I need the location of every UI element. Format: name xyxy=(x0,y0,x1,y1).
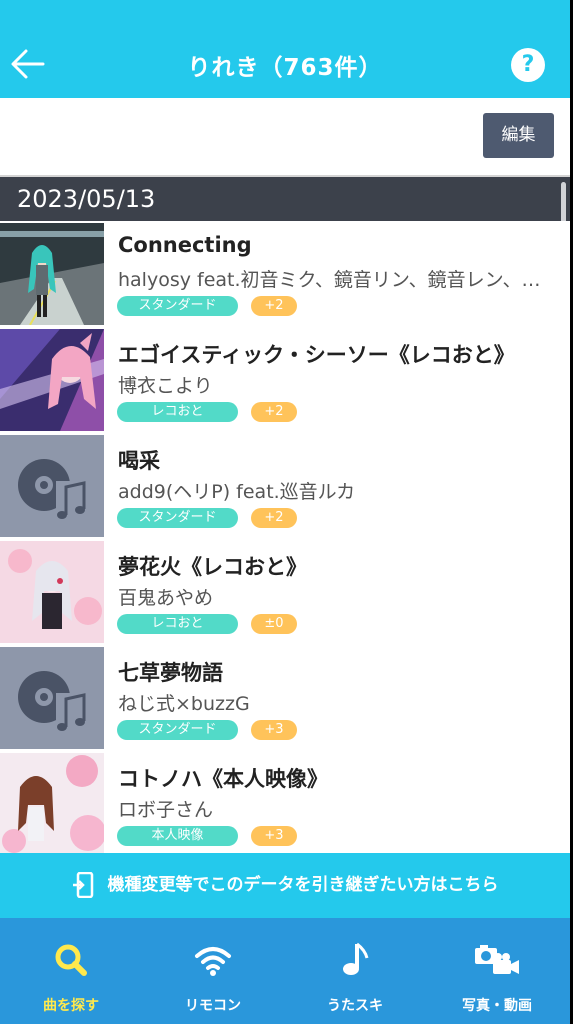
data-transfer-banner[interactable]: 機種変更等でこのデータを引き継ぎたい方はこちら xyxy=(0,853,570,918)
key-badge: +3 xyxy=(251,826,297,846)
category-tag: レコおと xyxy=(117,614,238,634)
artist-name: ねじ式×buzzG xyxy=(118,693,250,715)
no-image-placeholder xyxy=(0,435,104,537)
toolbar: 編集 xyxy=(0,98,570,177)
artist-name: halyosy feat.初音ミク、鏡音リン、鏡音レン、巡音ルカ、MEIKO、K… xyxy=(118,269,548,291)
header-bar: りれき（763件） ? xyxy=(0,0,570,98)
key-badge: +3 xyxy=(251,720,297,740)
tab-label: リモコン xyxy=(185,998,241,1014)
history-item[interactable]: 夢花火《レコおと》 百鬼あやめ レコおと ±0 xyxy=(0,539,570,647)
history-item[interactable]: エゴイスティック・シーソー《レコおと》 博衣こより レコおと +2 xyxy=(0,327,570,435)
phone-transfer-icon xyxy=(72,871,93,899)
category-tag: スタンダード xyxy=(117,508,238,528)
artist-name: add9(ヘリP) feat.巡音ルカ xyxy=(118,481,356,503)
app-screen: りれき（763件） ? 編集 2023/05/13 Connecting hal… xyxy=(0,0,570,1024)
category-tag: スタンダード xyxy=(117,720,238,740)
history-list: Connecting halyosy feat.初音ミク、鏡音リン、鏡音レン、巡… xyxy=(0,221,570,853)
music-disc-icon xyxy=(18,459,86,519)
history-item[interactable]: 七草夢物語 ねじ式×buzzG スタンダード +3 xyxy=(0,645,570,753)
search-icon xyxy=(55,944,87,976)
song-title: 七草夢物語 xyxy=(118,661,223,685)
key-badge: +2 xyxy=(251,296,297,316)
date-label: 2023/05/13 xyxy=(17,185,156,213)
tab-photo-video[interactable]: 写真・動画 xyxy=(426,918,568,1024)
category-tag: 本人映像 xyxy=(117,826,238,846)
song-title: 夢花火《レコおと》 xyxy=(118,555,307,579)
tab-utasuki[interactable]: うたスキ xyxy=(284,918,426,1024)
history-item[interactable]: コトノハ《本人映像》 ロボ子さん 本人映像 +3 xyxy=(0,751,570,853)
artist-name: 博衣こより xyxy=(118,375,213,397)
key-badge: +2 xyxy=(251,402,297,422)
tab-search[interactable]: 曲を探す xyxy=(0,918,142,1024)
song-title: 喝采 xyxy=(118,449,160,473)
jacket-image xyxy=(0,329,104,431)
tab-label: 曲を探す xyxy=(43,998,99,1014)
date-header: 2023/05/13 xyxy=(0,177,570,221)
no-image-placeholder xyxy=(0,647,104,749)
bottom-tab-bar: 曲を探す リモコン うたスキ 写真・動画 xyxy=(0,918,570,1024)
music-disc-icon xyxy=(18,671,86,731)
page-title: りれき（763件） xyxy=(187,55,383,81)
song-title: エゴイスティック・シーソー《レコおと》 xyxy=(118,343,515,367)
tab-label: うたスキ xyxy=(327,998,383,1014)
key-badge: ±0 xyxy=(251,614,297,634)
tab-label: 写真・動画 xyxy=(462,998,532,1014)
wifi-icon xyxy=(195,947,231,976)
category-tag: スタンダード xyxy=(117,296,238,316)
banner-text: 機種変更等でこのデータを引き継ぎたい方はこちら xyxy=(107,875,499,895)
jacket-image xyxy=(0,541,104,643)
edit-button[interactable]: 編集 xyxy=(483,113,554,158)
help-button[interactable]: ? xyxy=(511,48,545,82)
song-title: コトノハ《本人映像》 xyxy=(118,767,328,791)
artist-name: 百鬼あやめ xyxy=(118,587,214,609)
jacket-image xyxy=(0,223,104,325)
history-item[interactable]: 喝采 add9(ヘリP) feat.巡音ルカ スタンダード +2 xyxy=(0,433,570,541)
tab-remote[interactable]: リモコン xyxy=(142,918,284,1024)
key-badge: +2 xyxy=(251,508,297,528)
song-title: Connecting xyxy=(118,233,252,257)
category-tag: レコおと xyxy=(117,402,238,422)
history-item[interactable]: Connecting halyosy feat.初音ミク、鏡音リン、鏡音レン、巡… xyxy=(0,221,570,329)
music-note-icon xyxy=(343,942,369,975)
artist-name: ロボ子さん xyxy=(118,799,214,821)
camera-video-icon xyxy=(475,945,519,974)
jacket-image xyxy=(0,753,104,853)
